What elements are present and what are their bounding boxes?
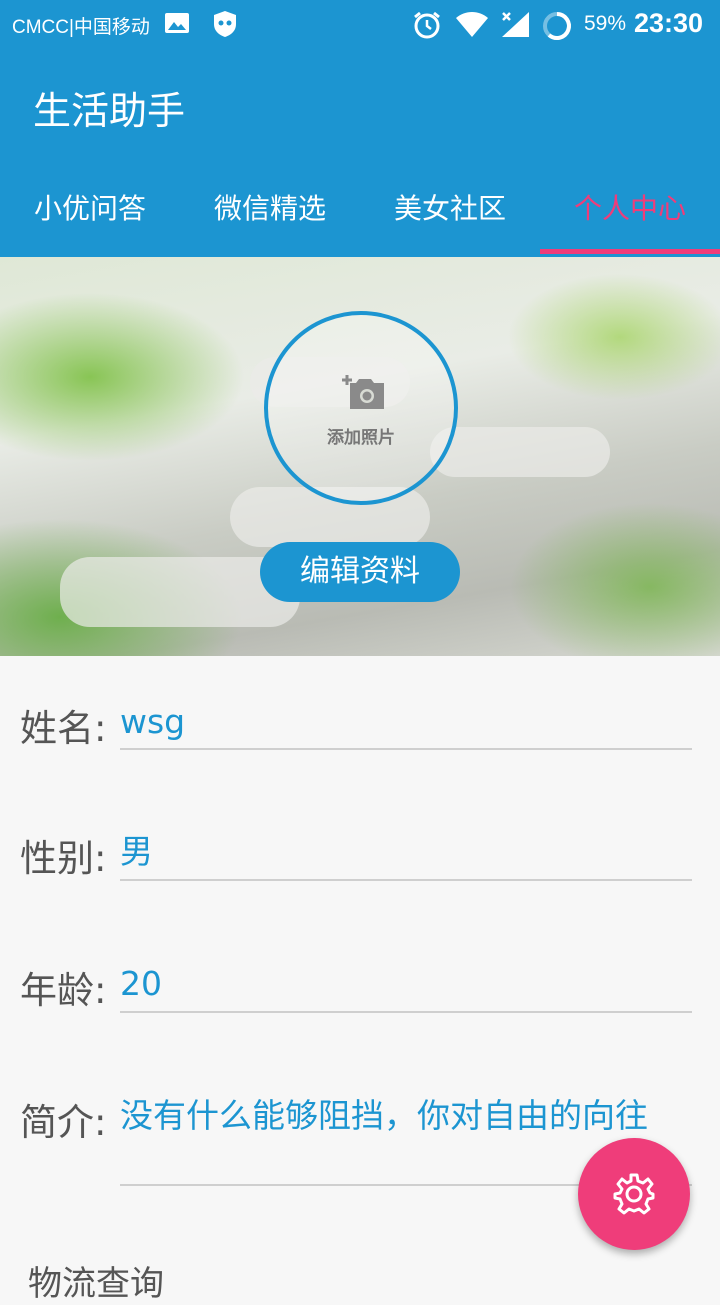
tab-community[interactable]: 美女社区 <box>360 182 540 257</box>
bio-label: 简介: <box>20 1101 107 1144</box>
bio-value[interactable]: 没有什么能够阻挡，你对自由的向往 <box>120 1096 680 1136</box>
divider <box>120 879 692 881</box>
signal-icon <box>500 10 530 42</box>
age-label: 年龄: <box>20 969 107 1012</box>
tab-wechat-picks[interactable]: 微信精选 <box>180 182 360 257</box>
app-title: 生活助手 <box>33 89 186 133</box>
divider <box>120 1011 692 1013</box>
gender-value[interactable]: 男 <box>120 832 680 872</box>
avatar-picker[interactable]: 添加照片 <box>264 311 458 505</box>
path-stone <box>430 427 610 477</box>
settings-fab[interactable] <box>578 1138 690 1250</box>
app-bar: 生活助手 小优问答 微信精选 美女社区 个人中心 <box>0 50 720 257</box>
logistics-section-title[interactable]: 物流查询 <box>28 1256 164 1305</box>
image-icon <box>164 10 190 40</box>
shield-icon <box>212 10 238 42</box>
tab-qa[interactable]: 小优问答 <box>0 182 180 257</box>
clock: 23:30 <box>634 8 704 38</box>
battery-percent: 59% <box>584 12 627 35</box>
edit-profile-button[interactable]: 编辑资料 <box>260 542 460 602</box>
add-camera-icon <box>342 375 386 415</box>
gender-label: 性别: <box>20 837 107 880</box>
divider <box>120 748 692 750</box>
carrier-name: CMCC|中国移动 <box>12 17 150 38</box>
tab-bar: 小优问答 微信精选 美女社区 个人中心 <box>0 182 720 257</box>
wifi-icon <box>455 10 489 42</box>
age-value[interactable]: 20 <box>120 964 680 1004</box>
name-field: 姓名: wsg <box>20 698 692 758</box>
tab-profile[interactable]: 个人中心 <box>540 182 720 257</box>
age-field: 年龄: 20 <box>20 960 692 1020</box>
battery-ring-icon <box>541 10 573 46</box>
tab-indicator <box>540 249 720 254</box>
status-bar: CMCC|中国移动 59% 23:30 <box>0 0 720 50</box>
alarm-icon <box>412 10 442 44</box>
name-label: 姓名: <box>20 707 107 750</box>
profile-header: 添加照片 编辑资料 <box>0 257 720 656</box>
add-photo-label: 添加照片 <box>327 428 395 448</box>
name-value[interactable]: wsg <box>120 702 680 742</box>
gender-field: 性别: 男 <box>20 828 692 888</box>
